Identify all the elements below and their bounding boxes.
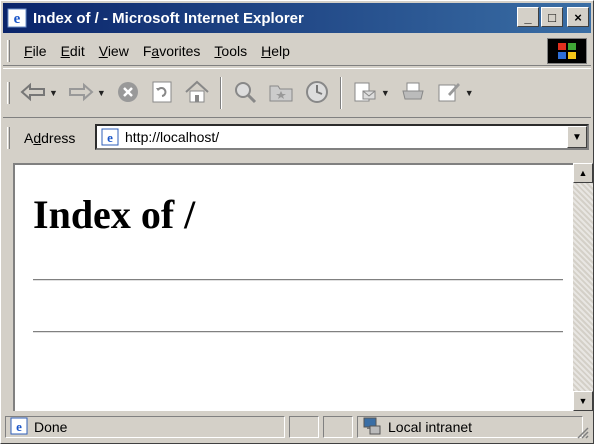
- window-title: Index of / - Microsoft Internet Explorer: [33, 9, 304, 27]
- page-icon: e: [101, 128, 119, 146]
- menu-help[interactable]: Help: [261, 43, 290, 59]
- svg-text:e: e: [16, 419, 22, 434]
- stop-icon: [116, 80, 140, 107]
- menu-view[interactable]: View: [99, 43, 129, 59]
- back-dropdown-icon[interactable]: ▼: [49, 88, 58, 98]
- menu-grip[interactable]: [7, 39, 10, 62]
- status-text: Done: [34, 419, 68, 435]
- menu-tools[interactable]: Tools: [214, 43, 247, 59]
- menu-edit[interactable]: Edit: [61, 43, 85, 59]
- menu-help-accel: H: [261, 42, 272, 59]
- menu-favorites-label: vorites: [159, 42, 201, 59]
- menu-tools-label: ools: [221, 42, 248, 59]
- resize-grip-icon[interactable]: [575, 425, 589, 439]
- menu-help-label: elp: [271, 42, 290, 59]
- toolbar-grip[interactable]: [7, 82, 10, 104]
- address-url: http://localhost/: [125, 129, 220, 145]
- menu-view-accel: V: [98, 42, 108, 59]
- edit-icon: [436, 80, 462, 107]
- edit-dropdown-icon[interactable]: ▼: [465, 88, 474, 98]
- scroll-down-button[interactable]: ▼: [573, 391, 593, 411]
- mail-dropdown-icon[interactable]: ▼: [381, 88, 390, 98]
- history-button[interactable]: [304, 80, 330, 107]
- menu-file-accel: F: [24, 42, 33, 59]
- back-button[interactable]: ▼: [20, 82, 58, 105]
- forward-icon: [68, 82, 94, 105]
- search-button[interactable]: [232, 80, 258, 107]
- edit-button[interactable]: ▼: [436, 80, 474, 107]
- close-button[interactable]: ×: [567, 7, 589, 27]
- home-button[interactable]: [184, 80, 210, 107]
- address-bar: Address e http://localhost/ ▼: [3, 120, 591, 156]
- address-label-pre: A: [24, 130, 34, 146]
- favorites-button[interactable]: [268, 81, 294, 106]
- scroll-up-button[interactable]: ▲: [573, 163, 593, 183]
- print-icon: [400, 80, 426, 107]
- menu-file-label: ile: [32, 42, 47, 59]
- toolbar-separator: [219, 77, 222, 109]
- maximize-button[interactable]: □: [541, 7, 563, 27]
- search-icon: [232, 80, 258, 107]
- windows-logo-icon: [547, 38, 587, 64]
- title-bar[interactable]: e Index of / - Microsoft Internet Explor…: [3, 3, 591, 33]
- address-label-rest: dress: [41, 130, 76, 146]
- mail-icon: [352, 80, 378, 107]
- address-grip[interactable]: [7, 127, 10, 149]
- chevron-down-icon: ▼: [572, 131, 582, 143]
- menu-bar: File Edit View Favorites Tools Help: [3, 36, 591, 66]
- toolbar-separator: [339, 77, 342, 109]
- status-panel-main: e Done: [5, 416, 285, 438]
- stop-button[interactable]: [116, 80, 140, 107]
- maximize-icon: □: [548, 9, 556, 25]
- favorites-icon: [268, 81, 294, 106]
- address-label-accel: d: [33, 130, 42, 146]
- menu-view-label: iew: [107, 42, 129, 59]
- page-heading: Index of /: [33, 192, 196, 237]
- horizontal-rule: [33, 279, 563, 281]
- back-icon: [20, 82, 46, 105]
- svg-text:e: e: [14, 11, 21, 27]
- local-intranet-icon: [362, 417, 382, 438]
- status-bar: e Done Local intranet: [3, 413, 591, 441]
- arrow-up-icon: ▲: [578, 168, 588, 178]
- forward-dropdown-icon[interactable]: ▼: [97, 88, 106, 98]
- refresh-icon: [150, 80, 174, 107]
- address-dropdown-button[interactable]: ▼: [567, 126, 587, 148]
- print-button[interactable]: [400, 80, 426, 107]
- mail-button[interactable]: ▼: [352, 80, 390, 107]
- home-icon: [184, 80, 210, 107]
- vertical-scrollbar[interactable]: ▲ ▼: [573, 163, 593, 411]
- minimize-icon: _: [524, 9, 532, 25]
- close-icon: ×: [574, 9, 582, 25]
- zone-text: Local intranet: [388, 419, 473, 435]
- standard-toolbar: ▼ ▼ ▼ ▼: [3, 68, 591, 118]
- forward-button[interactable]: ▼: [68, 82, 106, 105]
- page-done-icon: e: [10, 417, 28, 438]
- status-panel-zone: Local intranet: [357, 416, 583, 438]
- arrow-down-icon: ▼: [578, 396, 588, 406]
- browser-window: e Index of / - Microsoft Internet Explor…: [0, 0, 594, 444]
- svg-text:e: e: [107, 130, 113, 145]
- menu-favorites[interactable]: Favorites: [143, 43, 201, 59]
- address-input[interactable]: e http://localhost/ ▼: [95, 124, 589, 150]
- history-icon: [304, 80, 330, 107]
- address-label: Address: [24, 130, 75, 146]
- status-panel-progress: [289, 416, 319, 438]
- minimize-button[interactable]: _: [517, 7, 539, 27]
- ie-logo-icon: e: [7, 8, 27, 28]
- horizontal-rule: [33, 331, 563, 333]
- menu-file[interactable]: File: [24, 43, 47, 59]
- refresh-button[interactable]: [150, 80, 174, 107]
- status-panel-security: [323, 416, 353, 438]
- menu-edit-label: dit: [69, 42, 85, 59]
- menu-edit-accel: E: [60, 42, 70, 59]
- page-content: Index of /: [13, 163, 573, 411]
